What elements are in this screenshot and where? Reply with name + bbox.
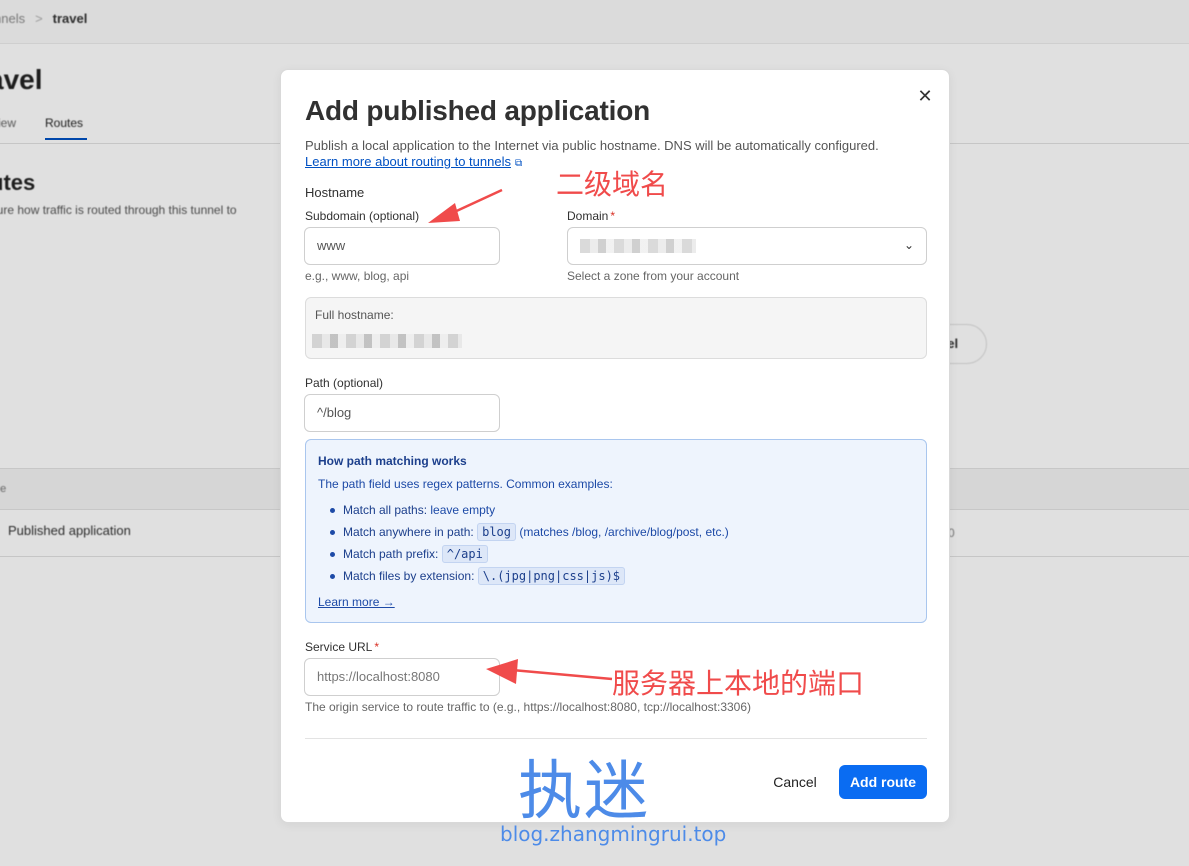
watermark-title: 执迷 <box>518 755 650 829</box>
subdomain-arrow-icon <box>428 188 503 223</box>
annotation-arrows <box>428 188 613 684</box>
service-port-annotation: 服务器上本地的端口 <box>612 667 865 700</box>
subdomain-annotation: 二级域名 <box>556 168 669 201</box>
service-arrow-icon <box>486 659 613 684</box>
watermark-url: blog.zhangmingrui.top <box>500 822 727 846</box>
